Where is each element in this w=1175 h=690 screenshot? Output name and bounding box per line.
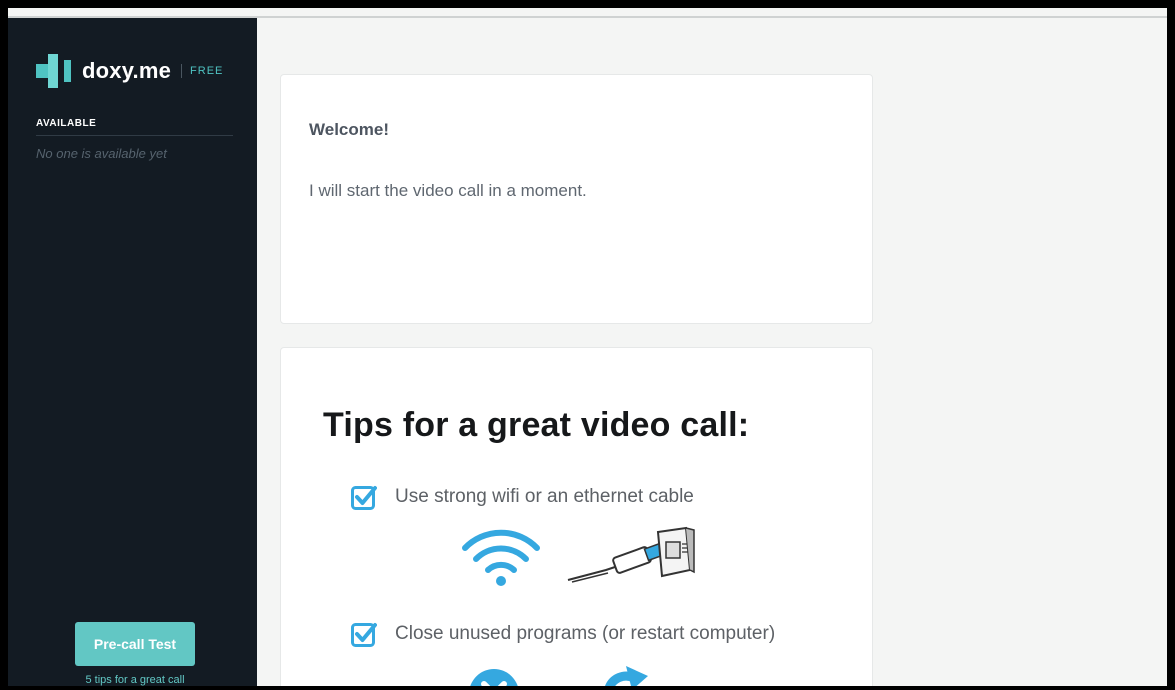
close-programs-icon xyxy=(470,669,518,686)
tips-card: Tips for a great video call: Use strong … xyxy=(280,347,873,686)
doxy-logo-icon xyxy=(36,54,74,88)
available-divider xyxy=(36,135,233,136)
brand-name: doxy.me xyxy=(82,58,172,83)
available-heading: AVAILABLE xyxy=(36,118,97,129)
wifi-icon xyxy=(462,529,540,586)
ethernet-cable-icon xyxy=(567,526,695,583)
welcome-message: I will start the video call in a moment. xyxy=(309,181,587,200)
welcome-title: Welcome! xyxy=(309,120,389,139)
app-window: doxy.me FREE AVAILABLE No one is availab… xyxy=(8,8,1167,686)
precall-test-button[interactable]: Pre-call Test xyxy=(75,622,195,666)
plan-badge: FREE xyxy=(190,65,224,77)
brand-logo[interactable]: doxy.me FREE xyxy=(36,54,223,88)
tip-item: Close unused programs (or restart comput… xyxy=(351,621,775,647)
tips-link[interactable]: 5 tips for a great call xyxy=(75,674,195,686)
checkbox-checked-icon xyxy=(351,486,377,510)
restart-icon xyxy=(605,666,648,686)
tip-text: Close unused programs (or restart comput… xyxy=(395,623,776,644)
tips-heading: Tips for a great video call: xyxy=(323,406,750,444)
brand-divider xyxy=(181,64,183,78)
tip-text: Use strong wifi or an ethernet cable xyxy=(395,486,694,507)
checkbox-checked-icon xyxy=(351,623,377,647)
sidebar: doxy.me FREE AVAILABLE No one is availab… xyxy=(8,18,257,686)
welcome-card: Welcome! I will start the video call in … xyxy=(280,74,873,324)
tip-item: Use strong wifi or an ethernet cable xyxy=(351,484,694,510)
available-empty-text: No one is available yet xyxy=(36,146,167,161)
